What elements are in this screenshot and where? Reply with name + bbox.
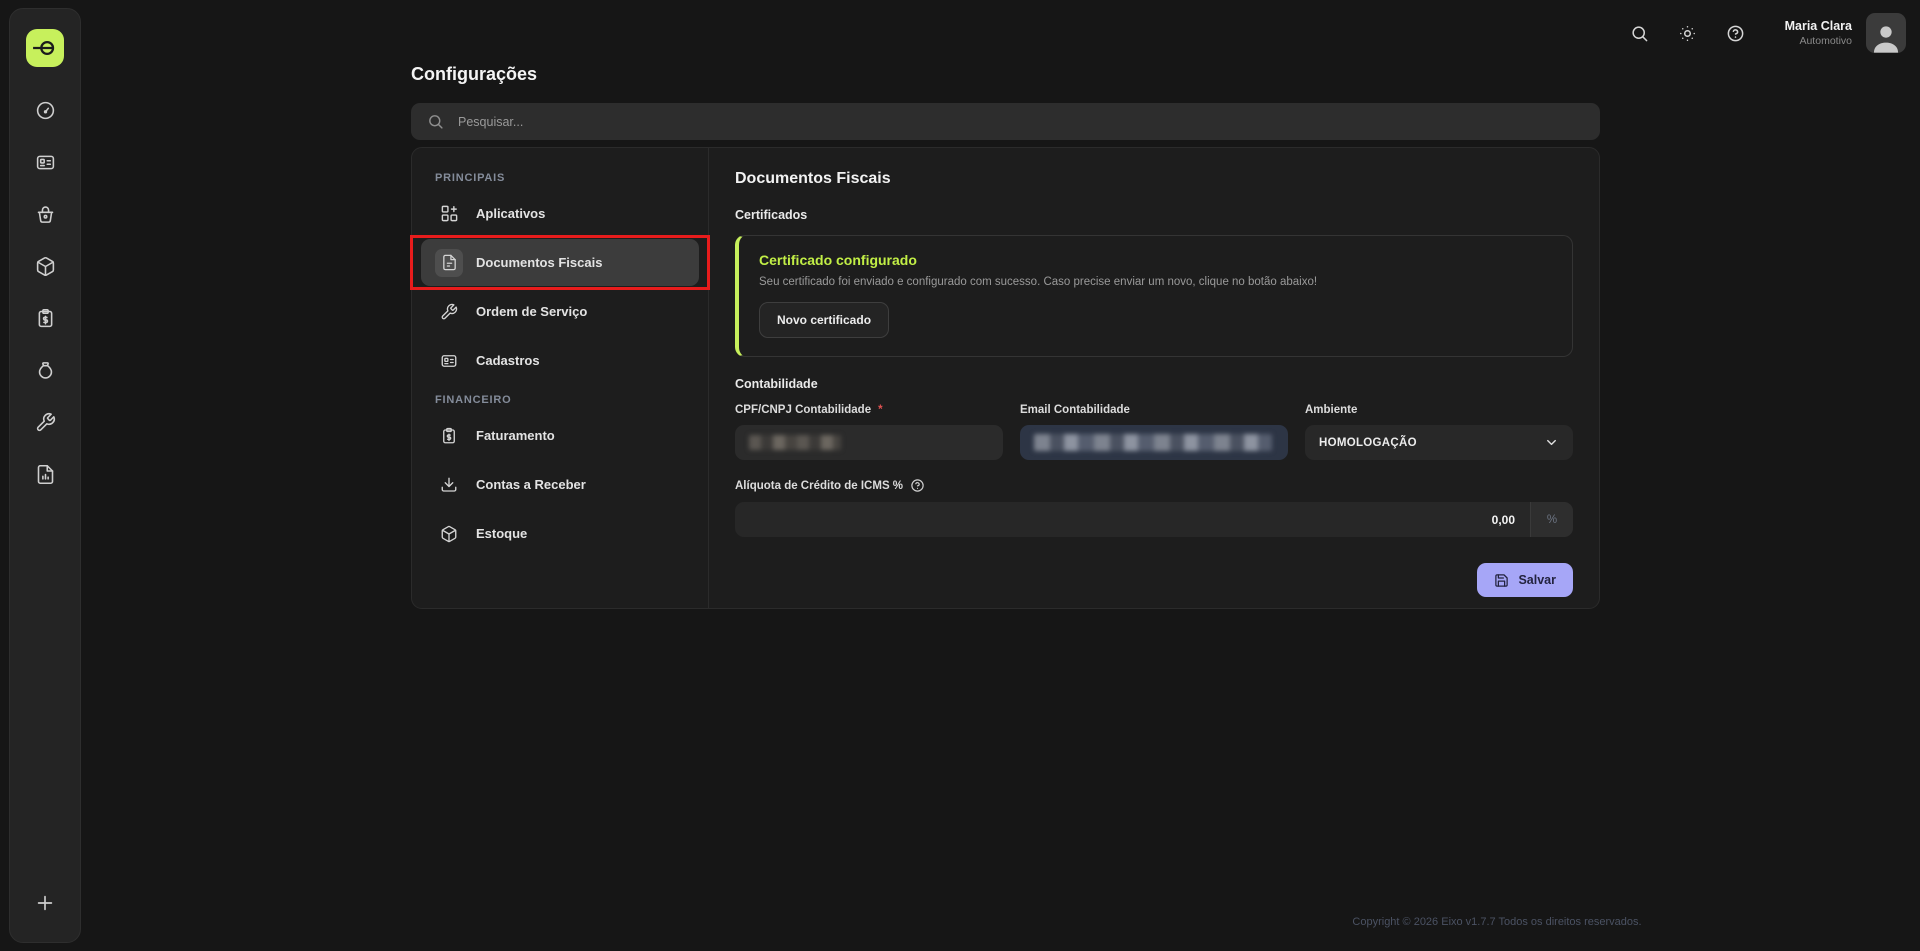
eixo-logo[interactable] (26, 29, 64, 67)
redacted-email-value (1034, 434, 1272, 451)
settings-content: Documentos Fiscais Certificados Certific… (709, 148, 1599, 608)
wrench-icon (435, 298, 463, 326)
chevron-down-icon (1544, 435, 1559, 450)
required-mark: * (878, 404, 882, 416)
wrench-icon[interactable] (32, 409, 58, 435)
nav-item-label: Aplicativos (476, 206, 545, 221)
email-field-group: Email Contabilidade (1020, 404, 1288, 460)
download-icon (435, 471, 463, 499)
avatar[interactable] (1866, 13, 1906, 53)
nav-section-principais: PRINCIPAIS (435, 172, 699, 184)
copyright-text: Copyright © 2026 Eixo v1.7.7 Todos os di… (1247, 916, 1747, 928)
environment-label-text: Ambiente (1305, 404, 1357, 416)
icms-value: 0,00 (735, 502, 1530, 537)
certificate-status-text: Seu certificado foi enviado e configurad… (759, 276, 1552, 288)
package-icon[interactable] (32, 253, 58, 279)
nav-item-label: Contas a Receber (476, 477, 586, 492)
certificates-heading: Certificados (735, 208, 1573, 222)
icms-label: Alíquota de Crédito de ICMS % (735, 478, 1573, 493)
topbar: Maria Clara Automotivo (1623, 10, 1906, 56)
email-label: Email Contabilidade (1020, 404, 1288, 416)
file-icon (435, 249, 463, 277)
certificate-status-title: Certificado configurado (759, 252, 1552, 268)
accounting-fields: CPF/CNPJ Contabilidade * Email Contabili… (735, 404, 1573, 460)
icms-field-group: Alíquota de Crédito de ICMS % 0,00 % (735, 478, 1573, 537)
environment-label: Ambiente (1305, 404, 1573, 416)
redacted-cpf-value (749, 435, 841, 450)
cpf-label-text: CPF/CNPJ Contabilidade (735, 404, 871, 416)
package-icon (435, 520, 463, 548)
e-logo-glyph (32, 35, 58, 61)
nav-item-documentos-fiscais[interactable]: Documentos Fiscais (421, 239, 699, 286)
environment-value: HOMOLOGAÇÃO (1319, 437, 1417, 449)
invoice-icon (435, 422, 463, 450)
new-certificate-button[interactable]: Novo certificado (759, 302, 889, 338)
cpf-input[interactable] (735, 425, 1003, 460)
environment-select[interactable]: HOMOLOGAÇÃO (1305, 425, 1573, 460)
nav-item-label: Faturamento (476, 428, 555, 443)
icms-label-text: Alíquota de Crédito de ICMS % (735, 480, 903, 492)
basket-icon[interactable] (32, 201, 58, 227)
email-input[interactable] (1020, 425, 1288, 460)
search-icon[interactable] (1623, 16, 1657, 50)
certificate-status-card: Certificado configurado Seu certificado … (735, 235, 1573, 357)
icms-input[interactable]: 0,00 % (735, 502, 1573, 537)
settings-nav: PRINCIPAIS Aplicativos Documentos Fiscai… (412, 148, 709, 608)
settings-search[interactable] (411, 103, 1600, 140)
save-button[interactable]: Salvar (1477, 563, 1573, 597)
gauge-icon[interactable] (32, 97, 58, 123)
cpf-field-group: CPF/CNPJ Contabilidade * (735, 404, 1003, 460)
rail-nav (32, 97, 58, 487)
content-title: Documentos Fiscais (735, 170, 1573, 188)
user-meta: Maria Clara Automotivo (1785, 19, 1852, 47)
plus-icon (34, 892, 56, 914)
nav-item-label: Estoque (476, 526, 527, 541)
person-icon (1869, 21, 1903, 53)
email-label-text: Email Contabilidade (1020, 404, 1130, 416)
settings-card: PRINCIPAIS Aplicativos Documentos Fiscai… (411, 147, 1600, 609)
help-icon[interactable] (910, 478, 925, 493)
nav-item-label: Documentos Fiscais (476, 255, 602, 270)
id-card-icon (435, 347, 463, 375)
add-button[interactable] (32, 890, 58, 916)
page-title: Configurações (411, 64, 537, 85)
user-role: Automotivo (1799, 35, 1852, 47)
icms-suffix: % (1530, 502, 1573, 537)
nav-item-faturamento[interactable]: Faturamento (421, 412, 699, 459)
search-input[interactable] (458, 115, 1584, 129)
help-icon[interactable] (1719, 16, 1753, 50)
money-bag-icon[interactable] (32, 357, 58, 383)
cpf-label: CPF/CNPJ Contabilidade * (735, 404, 1003, 416)
save-row: Salvar (735, 563, 1573, 597)
nav-item-aplicativos[interactable]: Aplicativos (421, 190, 699, 237)
accounting-heading: Contabilidade (735, 377, 1573, 391)
nav-item-estoque[interactable]: Estoque (421, 510, 699, 557)
save-icon (1494, 573, 1509, 588)
nav-section-financeiro: FINANCEIRO (435, 394, 699, 406)
brightness-icon[interactable] (1671, 16, 1705, 50)
nav-item-label: Ordem de Serviço (476, 304, 587, 319)
report-icon[interactable] (32, 461, 58, 487)
invoice-icon[interactable] (32, 305, 58, 331)
environment-field-group: Ambiente HOMOLOGAÇÃO (1305, 404, 1573, 460)
search-icon (427, 113, 444, 130)
nav-item-cadastros[interactable]: Faturamento Cadastros (421, 337, 699, 384)
user-name: Maria Clara (1785, 19, 1852, 33)
id-card-icon[interactable] (32, 149, 58, 175)
grid-plus-icon (435, 200, 463, 228)
nav-item-contas-a-receber[interactable]: Contas a Receber (421, 461, 699, 508)
app-sidebar (9, 8, 81, 943)
nav-item-ordem-de-servico[interactable]: Ordem de Serviço (421, 288, 699, 335)
nav-item-label: Cadastros (476, 353, 540, 368)
save-button-label: Salvar (1518, 573, 1556, 587)
